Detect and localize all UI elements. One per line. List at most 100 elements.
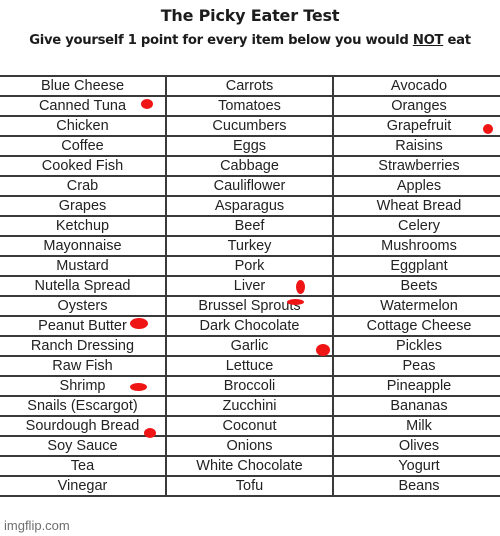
food-cell: Pickles <box>332 335 500 357</box>
food-cell: Carrots <box>165 75 334 97</box>
food-label: Olives <box>398 438 440 454</box>
food-label: Chicken <box>56 118 109 134</box>
instructions: Give yourself 1 point for every item bel… <box>0 33 500 48</box>
food-cell: Cottage Cheese <box>332 315 500 337</box>
food-cell: Raw Fish <box>0 355 167 377</box>
food-label: Soy Sauce <box>47 438 118 454</box>
food-label: Broccoli <box>223 378 276 394</box>
table-row: Tea White Chocolate Yogurt <box>0 455 500 477</box>
food-cell: Wheat Bread <box>332 195 500 217</box>
food-label: Cucumbers <box>212 118 287 134</box>
table-row: Soy Sauce Onions Olives <box>0 435 500 457</box>
food-label: Asparagus <box>214 198 285 214</box>
food-label: Nutella Spread <box>34 278 131 294</box>
food-cell: Coconut <box>165 415 334 437</box>
food-label: Shrimp <box>59 378 106 394</box>
food-cell: Strawberries <box>332 155 500 177</box>
table-row: Grapes Asparagus Wheat Bread <box>0 195 500 217</box>
food-cell: Cooked Fish <box>0 155 167 177</box>
red-check-mark <box>141 99 153 109</box>
food-cell: Nutella Spread <box>0 275 167 297</box>
food-label: Snails (Escargot) <box>27 398 138 414</box>
food-label: Coconut <box>222 418 277 434</box>
food-cell: Snails (Escargot) <box>0 395 167 417</box>
red-check-mark <box>296 280 305 294</box>
food-label: Lettuce <box>225 358 274 374</box>
food-label: Cooked Fish <box>41 158 124 174</box>
food-cell: Eggplant <box>332 255 500 277</box>
food-label: Vinegar <box>57 478 108 494</box>
food-label: Mustard <box>56 258 109 274</box>
table-row: Sourdough Bread Coconut Milk <box>0 415 500 437</box>
food-label: Beef <box>234 218 265 234</box>
red-check-mark <box>287 299 304 305</box>
food-cell: Cucumbers <box>165 115 334 137</box>
table-row: Crab Cauliflower Apples <box>0 175 500 197</box>
table-row: Blue Cheese Carrots Avocado <box>0 75 500 97</box>
table-row: Ketchup Beef Celery <box>0 215 500 237</box>
table-row: Mustard Pork Eggplant <box>0 255 500 277</box>
food-cell: Mayonnaise <box>0 235 167 257</box>
food-cell: Watermelon <box>332 295 500 317</box>
red-check-mark <box>144 428 156 438</box>
food-cell: Coffee <box>0 135 167 157</box>
food-label: Watermelon <box>380 298 458 314</box>
food-cell: Oranges <box>332 95 500 117</box>
food-cell: Pineapple <box>332 375 500 397</box>
table-row: Ranch Dressing Garlic Pickles <box>0 335 500 357</box>
food-cell: Oysters <box>0 295 167 317</box>
food-label: Liver <box>233 278 266 294</box>
food-label: Crab <box>66 178 99 194</box>
food-label: Canned Tuna <box>38 98 127 114</box>
food-cell: Peas <box>332 355 500 377</box>
red-check-mark <box>130 318 148 329</box>
food-label: Milk <box>406 418 432 434</box>
food-cell: Ketchup <box>0 215 167 237</box>
food-cell: Garlic <box>165 335 334 357</box>
food-cell: Cauliflower <box>165 175 334 197</box>
food-cell: Dark Chocolate <box>165 315 334 337</box>
food-label: Onions <box>226 438 273 454</box>
food-cell: Lettuce <box>165 355 334 377</box>
food-label: Tofu <box>235 478 264 494</box>
food-label: Dark Chocolate <box>199 318 300 334</box>
food-cell: Turkey <box>165 235 334 257</box>
food-label: Raisins <box>395 138 443 154</box>
food-cell: Yogurt <box>332 455 500 477</box>
food-cell: Beans <box>332 475 500 497</box>
table-row: Oysters Brussel Sprouts Watermelon <box>0 295 500 317</box>
food-table: Blue Cheese Carrots Avocado Canned Tuna Toma… <box>0 75 500 497</box>
table-row: Vinegar Tofu Beans <box>0 475 500 497</box>
food-label: Grapefruit <box>386 118 452 134</box>
food-label: Ketchup <box>55 218 110 234</box>
food-label: Yogurt <box>398 458 440 474</box>
food-cell: Soy Sauce <box>0 435 167 457</box>
food-cell: White Chocolate <box>165 455 334 477</box>
table-row: Mayonnaise Turkey Mushrooms <box>0 235 500 257</box>
food-label: Celery <box>398 218 440 234</box>
food-label: Brussel Sprouts <box>198 298 301 314</box>
food-label: Avocado <box>390 78 448 94</box>
food-cell: Raisins <box>332 135 500 157</box>
food-cell: Ranch Dressing <box>0 335 167 357</box>
instructions-emphasis: NOT <box>412 33 444 48</box>
food-cell: Blue Cheese <box>0 75 167 97</box>
food-cell: Vinegar <box>0 475 167 497</box>
food-cell: Pork <box>165 255 334 277</box>
food-label: Apples <box>396 178 442 194</box>
food-cell: Sourdough Bread <box>0 415 167 437</box>
food-label: Wheat Bread <box>376 198 462 214</box>
food-label: Peas <box>402 358 436 374</box>
food-cell: Beets <box>332 275 500 297</box>
food-label: Eggs <box>232 138 267 154</box>
food-label: Peanut Butter <box>38 318 127 334</box>
food-cell: Bananas <box>332 395 500 417</box>
food-cell: Crab <box>0 175 167 197</box>
food-label: Sourdough Bread <box>25 418 140 434</box>
watermark: imgflip.com <box>4 518 70 533</box>
food-cell: Apples <box>332 175 500 197</box>
food-cell: Liver <box>165 275 334 297</box>
food-cell: Tea <box>0 455 167 477</box>
food-cell: Avocado <box>332 75 500 97</box>
food-cell: Tomatoes <box>165 95 334 117</box>
